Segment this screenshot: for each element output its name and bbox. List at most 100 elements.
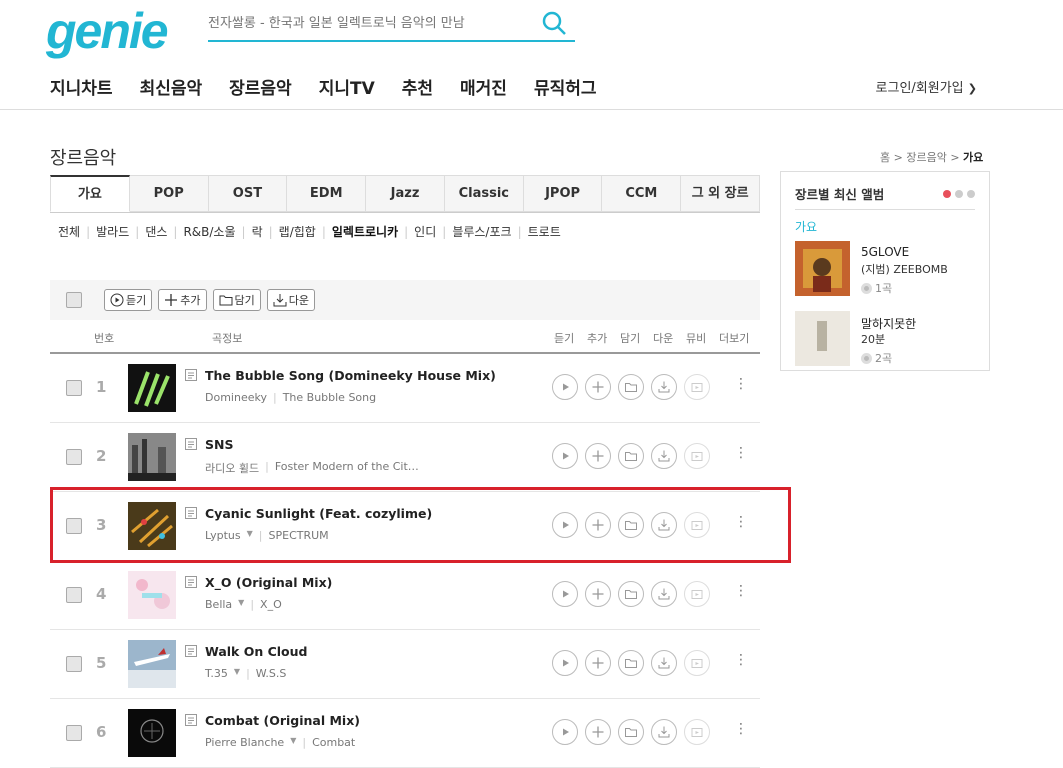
subgenre-rock[interactable]: 락 — [252, 223, 263, 240]
song-checkbox[interactable] — [66, 656, 82, 672]
play-button[interactable] — [552, 719, 578, 745]
tab-other-genres[interactable]: 그 외 장르 — [681, 175, 761, 212]
artist-name[interactable]: 라디오 휠드 — [205, 460, 259, 476]
select-all-checkbox[interactable] — [66, 292, 82, 308]
song-checkbox[interactable] — [66, 380, 82, 396]
album-name[interactable]: The Bubble Song — [283, 391, 376, 404]
download-button[interactable] — [651, 719, 677, 745]
carousel-dot[interactable] — [955, 189, 963, 198]
subgenre-trot[interactable]: 트로트 — [528, 223, 561, 240]
add-selected-button[interactable]: 추가 — [158, 289, 207, 311]
subgenre-all[interactable]: 전체 — [58, 223, 80, 240]
artist-name[interactable]: Pierre Blanche — [205, 736, 284, 749]
music-video-button[interactable] — [684, 443, 710, 469]
album-artist[interactable]: (지범) ZEEBOMB — [861, 261, 948, 277]
music-video-button[interactable] — [684, 374, 710, 400]
play-button[interactable] — [552, 443, 578, 469]
album-cover[interactable] — [128, 364, 176, 412]
caret-down-icon[interactable]: ▼ — [290, 736, 296, 749]
album-artist[interactable]: 20분 — [861, 331, 885, 347]
artist-name[interactable]: T.35 — [205, 667, 228, 680]
lyrics-icon[interactable] — [184, 437, 198, 451]
nav-magazine[interactable]: 매거진 — [460, 74, 507, 99]
tab-ccm[interactable]: CCM — [602, 175, 682, 212]
album-name[interactable]: X_O — [260, 598, 282, 611]
caret-down-icon[interactable]: ▼ — [238, 598, 244, 611]
add-button[interactable] — [585, 443, 611, 469]
breadcrumb-home[interactable]: 홈 — [880, 151, 890, 164]
add-button[interactable] — [585, 650, 611, 676]
album-cover[interactable] — [128, 709, 176, 757]
song-row[interactable]: 4 X_O (Original Mix) Bella ▼ | X_O ⋮ — [50, 561, 760, 630]
subgenre-blues-folk[interactable]: 블루스/포크 — [452, 223, 511, 240]
more-options-icon[interactable]: ⋮ — [734, 721, 748, 737]
tab-classic[interactable]: Classic — [444, 175, 524, 212]
play-button[interactable] — [552, 374, 578, 400]
download-button[interactable] — [651, 374, 677, 400]
tab-kpop[interactable]: 가요 — [50, 175, 130, 212]
lyrics-icon[interactable] — [184, 713, 198, 727]
tab-edm[interactable]: EDM — [287, 175, 367, 212]
lyrics-icon[interactable] — [184, 368, 198, 382]
add-button[interactable] — [585, 581, 611, 607]
subgenre-rnb[interactable]: R&B/소울 — [183, 223, 235, 240]
subgenre-electronica[interactable]: 일렉트로니카 — [332, 223, 398, 240]
album-cover[interactable] — [795, 311, 850, 366]
save-button[interactable] — [618, 719, 644, 745]
tab-pop[interactable]: POP — [129, 175, 209, 212]
save-button[interactable] — [618, 374, 644, 400]
artist-name[interactable]: Bella — [205, 598, 232, 611]
song-row[interactable]: 2 SNS 라디오 휠드 | Foster Modern of the Cit…… — [50, 423, 760, 492]
subgenre-dance[interactable]: 댄스 — [145, 223, 167, 240]
download-button[interactable] — [651, 581, 677, 607]
nav-new-music[interactable]: 최신음악 — [140, 74, 203, 99]
song-checkbox[interactable] — [66, 587, 82, 603]
song-title[interactable]: The Bubble Song (Domineeky House Mix) — [205, 368, 496, 383]
tab-ost[interactable]: OST — [208, 175, 288, 212]
tab-jazz[interactable]: Jazz — [366, 175, 445, 212]
music-video-button[interactable] — [684, 581, 710, 607]
add-button[interactable] — [585, 374, 611, 400]
album-title[interactable]: 말하지못한 — [861, 315, 916, 332]
download-selected-button[interactable]: 다운 — [266, 289, 315, 311]
search-input[interactable] — [208, 8, 528, 38]
play-selected-button[interactable]: 듣기 — [104, 289, 153, 311]
carousel-dot[interactable] — [943, 189, 951, 198]
song-row[interactable]: 6 Combat (Original Mix) Pierre Blanche ▼… — [50, 699, 760, 768]
add-button[interactable] — [585, 719, 611, 745]
play-button[interactable] — [552, 581, 578, 607]
login-link[interactable]: 로그인/회원가입 ❯ — [876, 77, 977, 96]
subgenre-indie[interactable]: 인디 — [414, 223, 436, 240]
subgenre-ballad[interactable]: 발라드 — [96, 223, 129, 240]
save-button[interactable] — [618, 650, 644, 676]
song-title[interactable]: Combat (Original Mix) — [205, 713, 360, 728]
nav-recommend[interactable]: 추천 — [402, 74, 433, 99]
save-button[interactable] — [618, 581, 644, 607]
nav-genre-music[interactable]: 장르음악 — [229, 74, 292, 99]
lyrics-icon[interactable] — [184, 644, 198, 658]
download-button[interactable] — [651, 443, 677, 469]
music-video-button[interactable] — [684, 719, 710, 745]
latest-albums-genre[interactable]: 가요 — [795, 218, 975, 235]
save-selected-button[interactable]: 담기 — [212, 289, 261, 311]
album-cover[interactable] — [795, 241, 850, 296]
album-cover[interactable] — [128, 640, 176, 688]
album-item[interactable]: 5GLOVE (지범) ZEEBOMB 1곡 — [795, 241, 975, 305]
more-options-icon[interactable]: ⋮ — [734, 445, 748, 461]
lyrics-icon[interactable] — [184, 575, 198, 589]
subgenre-hiphop[interactable]: 랩/힙합 — [279, 223, 316, 240]
nav-genie-tv[interactable]: 지니TV — [319, 74, 375, 99]
more-options-icon[interactable]: ⋮ — [734, 652, 748, 668]
album-item[interactable]: 말하지못한 20분 2곡 — [795, 311, 975, 375]
song-title[interactable]: Walk On Cloud — [205, 644, 308, 659]
album-cover[interactable] — [128, 433, 176, 481]
search-icon[interactable] — [541, 10, 567, 36]
save-button[interactable] — [618, 443, 644, 469]
album-title[interactable]: 5GLOVE — [861, 245, 909, 259]
song-title[interactable]: SNS — [205, 437, 233, 452]
more-options-icon[interactable]: ⋮ — [734, 583, 748, 599]
caret-down-icon[interactable]: ▼ — [234, 667, 240, 680]
album-name[interactable]: Foster Modern of the Cit… — [275, 460, 419, 476]
song-checkbox[interactable] — [66, 449, 82, 465]
tab-jpop[interactable]: JPOP — [523, 175, 603, 212]
